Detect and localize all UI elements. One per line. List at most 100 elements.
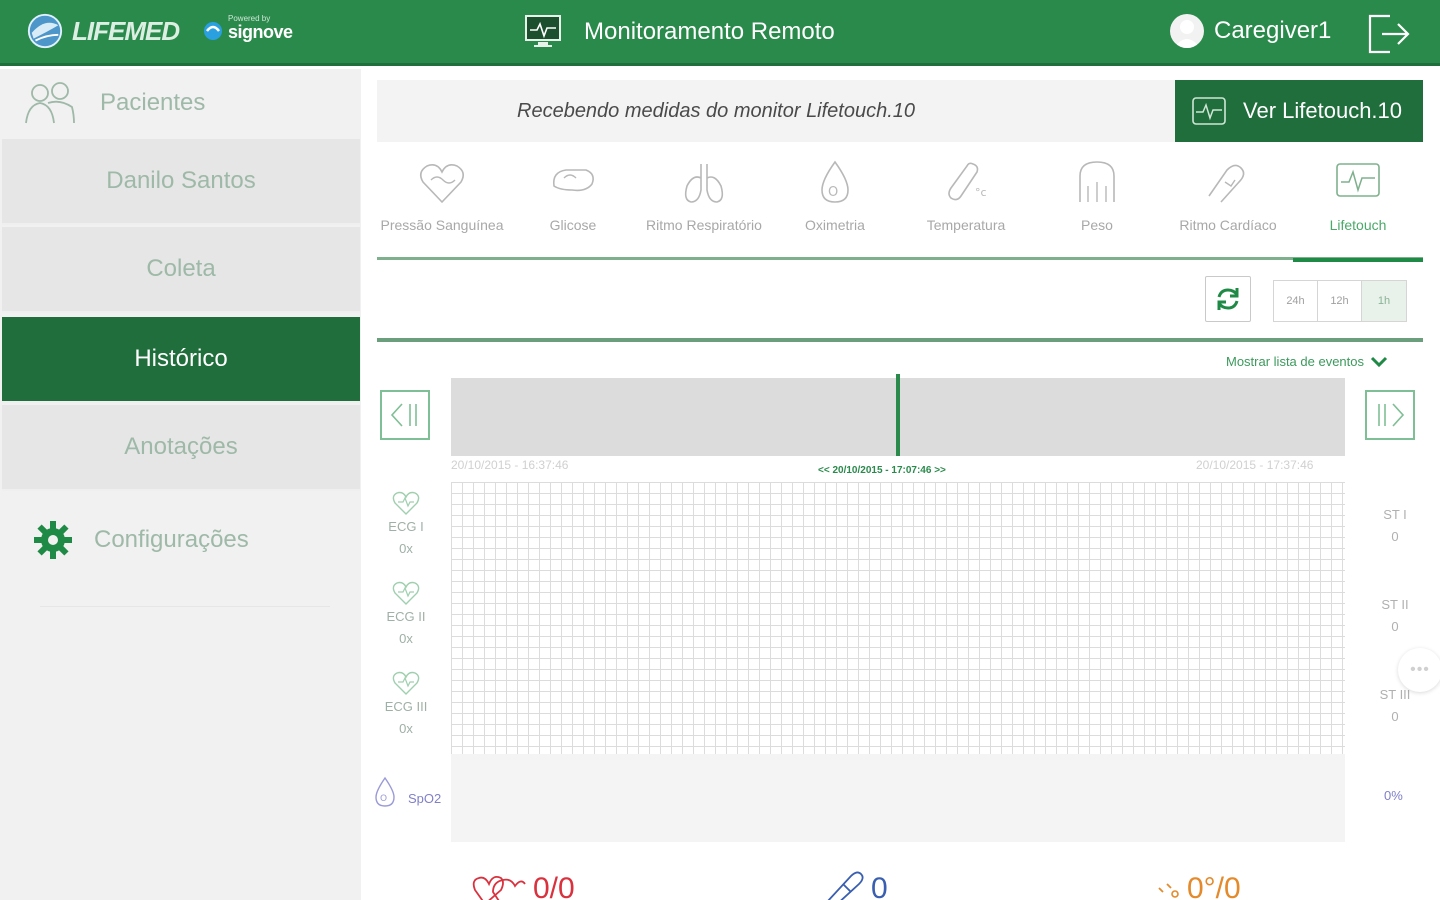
tab-label: Ritmo Cardíaco: [1179, 217, 1277, 233]
spo2-label-group: O SpO2: [372, 776, 441, 808]
sidebar-item-patient[interactable]: Danilo Santos: [2, 139, 360, 225]
tab-pressao[interactable]: Pressão Sanguínea: [377, 150, 507, 258]
sidebar-item-label: Danilo Santos: [106, 167, 256, 194]
previous-period-button[interactable]: [380, 390, 430, 440]
range-24h-button[interactable]: 24h: [1274, 281, 1318, 321]
tab-label: Ritmo Respiratório: [646, 217, 762, 233]
signove-logo-icon: [204, 21, 222, 40]
sidebar: Pacientes Danilo Santos Coleta Histórico…: [0, 69, 361, 900]
status-text: Recebendo medidas do monitor Lifetouch.1…: [517, 99, 916, 122]
tab-respiratorio[interactable]: Ritmo Respiratório: [639, 150, 769, 258]
next-period-button[interactable]: [1365, 390, 1415, 440]
thermometer-icon: [1158, 883, 1179, 898]
lifetouch-icon: [1336, 163, 1380, 197]
ecg-label: ECG I: [388, 519, 424, 534]
tab-peso[interactable]: Peso: [1032, 150, 1162, 258]
spo2-label: SpO2: [408, 791, 442, 806]
sidebar-item-anotacoes[interactable]: Anotações: [2, 405, 360, 491]
tab-label: Peso: [1081, 217, 1113, 233]
ecg-lead-3: ECG III 0x: [378, 668, 434, 740]
ecg-value: 0x: [399, 541, 413, 556]
ecg-label: ECG III: [384, 699, 428, 714]
summary-temp-value: 0°/0: [1187, 872, 1241, 900]
heart-ecg-icon: [392, 581, 420, 605]
ecg-grid: [451, 482, 1345, 754]
tab-ritmo-cardiaco[interactable]: Ritmo Cardíaco: [1163, 150, 1293, 258]
sidebar-item-configuracoes[interactable]: Configurações: [0, 509, 361, 571]
chevron-down-icon: [1370, 356, 1388, 367]
range-selector: 24h 12h 1h: [1273, 280, 1407, 322]
scale-icon: [1079, 161, 1115, 202]
timeline-current: << 20/10/2015 - 17:07:46 >>: [818, 465, 946, 476]
powered-by-text: Powered by: [228, 14, 271, 23]
show-events-link[interactable]: Mostrar lista de eventos: [1226, 354, 1388, 369]
patients-icon: [25, 82, 75, 124]
timeline-cursor[interactable]: [896, 374, 900, 456]
vitals-summary: 0/0 0 0°/0: [451, 866, 1345, 900]
st-label: ST I: [1383, 507, 1407, 522]
timeline-start: 20/10/2015 - 16:37:46: [451, 458, 569, 472]
more-dots: •••: [1410, 661, 1430, 678]
heart-ecg-icon: [392, 491, 420, 515]
ecg-value: 0x: [399, 631, 413, 646]
st-value: 0: [1391, 529, 1399, 544]
timeline-track[interactable]: [451, 374, 1345, 456]
sidebar-item-label: Coleta: [146, 255, 216, 282]
show-events-label: Mostrar lista de eventos: [1226, 354, 1365, 369]
range-12h-button[interactable]: 12h: [1318, 281, 1362, 321]
spo2-plot-area: [451, 754, 1345, 842]
st-segment-1: ST I 0: [1372, 504, 1418, 548]
ecg-value: 0x: [399, 721, 413, 736]
thermometer-icon: °c: [948, 162, 987, 201]
powered-by: Powered by signove: [202, 14, 293, 43]
settings-label: Configurações: [94, 526, 249, 553]
skip-forward-icon: [1378, 403, 1405, 427]
measurement-tabs: Pressão Sanguínea Glicose Ritmo Respirat…: [377, 150, 1423, 262]
logout-icon[interactable]: [1364, 10, 1412, 58]
sidebar-item-coleta[interactable]: Coleta: [2, 227, 360, 313]
oxygen-drop-icon: O: [375, 776, 395, 807]
summary-blood-pressure: 0/0: [471, 866, 575, 900]
st-value: 0: [1391, 709, 1399, 724]
ecg-label: ECG II: [386, 609, 426, 624]
tab-label: Glicose: [549, 217, 597, 233]
tab-label: Pressão Sanguínea: [380, 217, 504, 233]
heart-ecg-icon: [392, 671, 420, 695]
sidebar-header-pacientes[interactable]: Pacientes: [0, 69, 361, 137]
glucose-icon: [552, 169, 594, 192]
ecg-lead-1: ECG I 0x: [378, 488, 434, 560]
sidebar-item-label: Anotações: [124, 433, 238, 460]
timeline-end: 20/10/2015 - 17:37:46: [1196, 458, 1314, 472]
heart-bp-icon: [472, 875, 526, 900]
st-segment-3: ST III 0: [1372, 684, 1418, 728]
tab-glicose[interactable]: Glicose: [508, 150, 638, 258]
range-1h-button[interactable]: 1h: [1362, 281, 1406, 321]
page-title: Monitoramento Remoto: [584, 18, 835, 45]
tab-temperatura[interactable]: °c Temperatura: [901, 150, 1031, 258]
summary-glucose-value: 0: [871, 872, 888, 900]
view-lifetouch-button[interactable]: Ver Lifetouch.10: [1175, 80, 1423, 142]
more-options-button[interactable]: •••: [1398, 648, 1440, 692]
st-segment-2: ST II 0: [1372, 594, 1418, 638]
tab-lifetouch[interactable]: Lifetouch: [1293, 150, 1423, 262]
gear-icon: [34, 521, 72, 559]
chart-toolbar: 24h 12h 1h: [377, 262, 1423, 342]
skip-back-icon: [390, 403, 417, 427]
header-title-group: Monitoramento Remoto: [524, 14, 835, 50]
partner-name: signove: [228, 22, 293, 42]
sidebar-item-historico[interactable]: Histórico: [2, 317, 360, 403]
glucose-icon: [827, 871, 864, 900]
svg-text:°c: °c: [975, 186, 987, 199]
refresh-icon: [1217, 288, 1239, 310]
summary-bp-value: 0/0: [533, 872, 575, 900]
user-menu[interactable]: Caregiver1: [1170, 14, 1331, 48]
heart-rate-icon: [1208, 164, 1245, 203]
st-value: 0: [1391, 619, 1399, 634]
tab-label: Oximetria: [805, 217, 865, 233]
tab-oximetria[interactable]: O Oximetria: [770, 150, 900, 258]
tab-label: Lifetouch: [1329, 217, 1387, 233]
monitor-icon: [525, 15, 561, 47]
svg-text:O: O: [380, 794, 387, 804]
refresh-button[interactable]: [1205, 276, 1251, 322]
view-lifetouch-label: Ver Lifetouch.10: [1243, 98, 1403, 123]
